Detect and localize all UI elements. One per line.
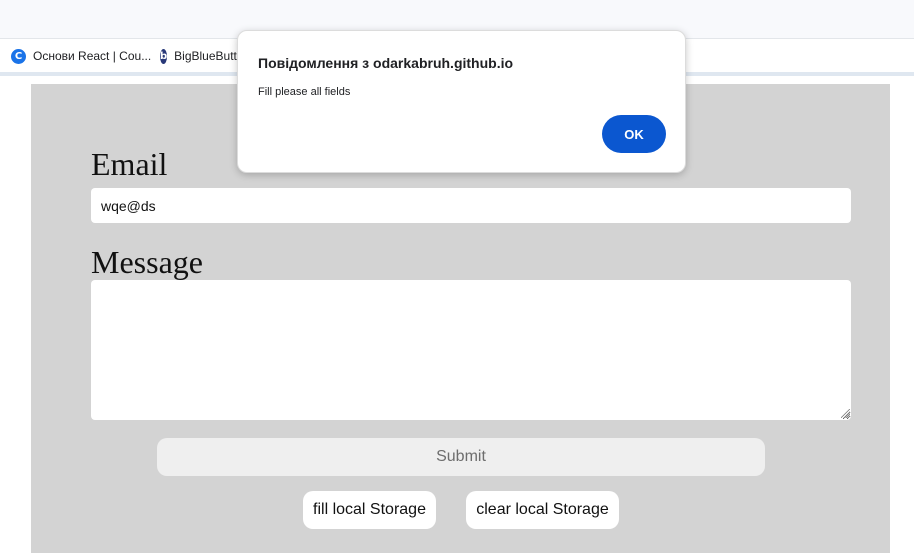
email-input[interactable]	[91, 188, 851, 223]
bookmark-react-course[interactable]: C Основи React | Cou...	[11, 47, 151, 65]
bookmark-bigbluebutton[interactable]: b BigBlueButton	[160, 47, 240, 65]
alert-dialog: Повідомлення з odarkabruh.github.io Fill…	[237, 30, 686, 173]
c-logo-icon: C	[11, 48, 26, 64]
textarea-resize-handle[interactable]	[841, 409, 850, 418]
ok-button[interactable]: OK	[602, 115, 666, 153]
message-label: Message	[91, 244, 203, 280]
fill-local-storage-button[interactable]: fill local Storage	[303, 491, 436, 529]
alert-title: Повідомлення з odarkabruh.github.io	[258, 55, 514, 71]
bookmark-label: BigBlueButton	[174, 49, 240, 63]
clear-local-storage-button[interactable]: clear local Storage	[466, 491, 619, 529]
alert-message: Fill please all fields	[258, 86, 351, 98]
message-textarea[interactable]	[91, 280, 851, 420]
submit-button[interactable]: Submit	[157, 438, 765, 476]
bigbluebutton-icon: b	[160, 48, 168, 64]
email-label: Email	[91, 146, 168, 182]
bookmark-label: Основи React | Cou...	[33, 49, 152, 63]
